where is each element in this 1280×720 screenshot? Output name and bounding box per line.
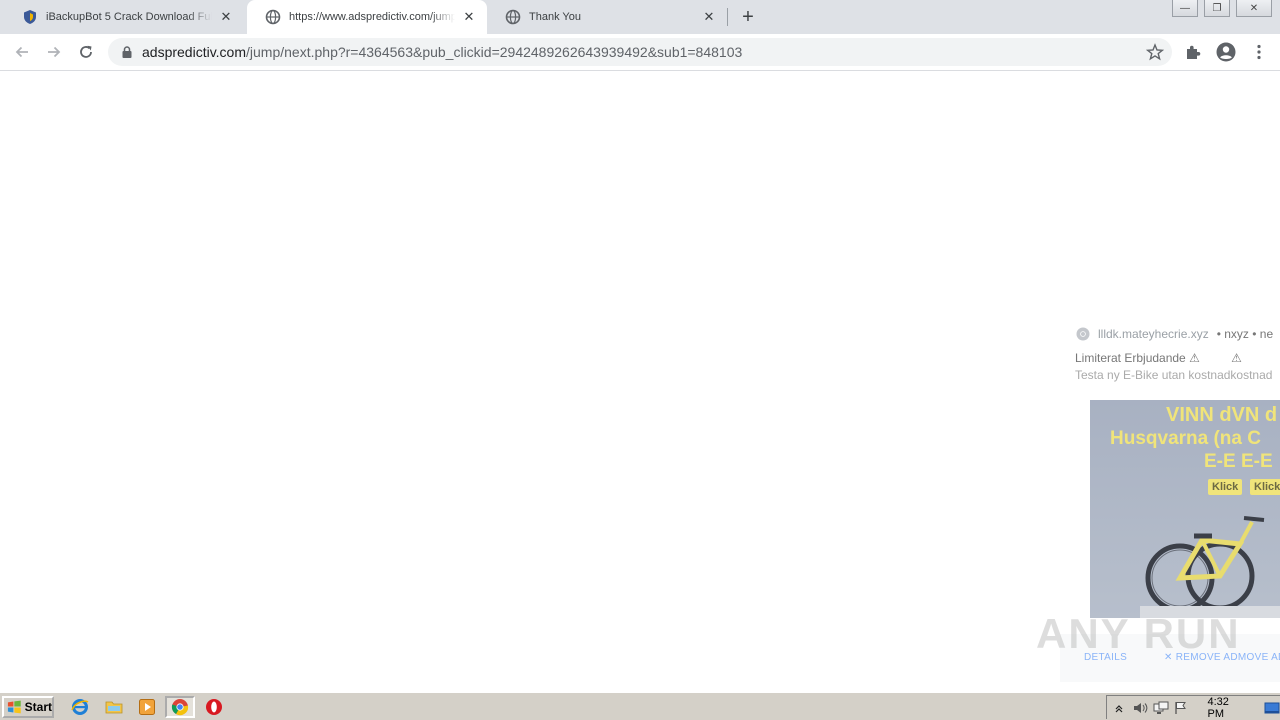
- action-center-flag-icon[interactable]: [1173, 699, 1190, 717]
- chevron-up-icon[interactable]: [1111, 699, 1128, 717]
- ad-subtitle-extra: kostnad: [1230, 368, 1273, 382]
- windows-taskbar: Start 4:32 PM: [0, 692, 1280, 720]
- windows-logo-icon: [7, 700, 21, 713]
- window-controls: — ❐ ✕: [1166, 0, 1272, 17]
- ad-image-headline: E-E E-E: [1204, 451, 1273, 472]
- internet-explorer-icon: [71, 699, 89, 715]
- taskbar-opera[interactable]: [202, 696, 226, 718]
- tab-close-button[interactable]: ✕: [218, 9, 234, 25]
- address-bar[interactable]: adspredictiv.com/jump/next.php?r=4364563…: [108, 38, 1172, 66]
- ad-image[interactable]: VINN dVN d Husqvarna (na C E-E E-E Klick…: [1090, 400, 1280, 618]
- ad-click-button[interactable]: Klick: [1208, 479, 1243, 495]
- system-tray: 4:32 PM: [1106, 695, 1280, 720]
- profile-button[interactable]: [1215, 41, 1237, 63]
- tab-strip: iBackupBot 5 Crack Download Full FREE ✕ …: [0, 0, 1280, 34]
- warning-icon: ⚠: [1231, 351, 1242, 365]
- ebike-illustration: [1140, 516, 1280, 618]
- ad-source: llldk.mateyhecrie.xyz • nxyz • ne: [1076, 327, 1273, 341]
- ad-subtitle-text: Testa ny E-Bike utan kostnad: [1075, 368, 1231, 382]
- puzzle-icon: [1187, 45, 1201, 59]
- url-path: /jump/next.php?r=4364563&pub_clickid=294…: [246, 44, 743, 60]
- tab-close-button[interactable]: ✕: [701, 9, 717, 25]
- taskbar-explorer[interactable]: [102, 696, 126, 718]
- taskbar-clock[interactable]: 4:32 PM: [1208, 696, 1246, 720]
- forward-button[interactable]: [42, 40, 66, 64]
- account-icon: [1216, 42, 1236, 62]
- opera-icon: [206, 699, 222, 715]
- globe-icon: [265, 9, 281, 25]
- ad-title: Limiterat Erbjudande ⚠ ⚠: [1075, 351, 1242, 365]
- tab-close-button[interactable]: ✕: [461, 9, 477, 25]
- media-player-icon: [139, 699, 155, 715]
- chrome-icon: [171, 699, 189, 716]
- extensions-button[interactable]: [1182, 41, 1204, 63]
- ad-image-headline: Husqvarna (na C: [1110, 428, 1261, 449]
- tab-ibackupbot[interactable]: iBackupBot 5 Crack Download Full FREE ✕: [4, 0, 244, 34]
- arrow-right-icon: [48, 46, 61, 58]
- volume-icon[interactable]: [1132, 699, 1149, 717]
- browser-toolbar: adspredictiv.com/jump/next.php?r=4364563…: [0, 34, 1280, 71]
- tab-title: iBackupBot 5 Crack Download Full FREE: [46, 11, 212, 23]
- more-vertical-icon: [1257, 44, 1261, 60]
- ad-source-extra: • nxyz • ne: [1216, 327, 1274, 341]
- tab-title: https://www.adspredictiv.com/jump/next.p…: [289, 11, 455, 23]
- show-desktop-icon[interactable]: [1263, 699, 1280, 717]
- reload-icon: [80, 45, 92, 58]
- ad-title-text: Limiterat Erbjudande ⚠: [1075, 351, 1200, 365]
- back-button[interactable]: [10, 40, 34, 64]
- start-label: Start: [24, 699, 52, 714]
- star-icon[interactable]: [1146, 43, 1164, 61]
- start-button[interactable]: Start: [2, 695, 54, 718]
- tab-separator: [727, 8, 728, 26]
- tab-title: Thank You: [529, 11, 581, 23]
- globe-icon: [505, 9, 521, 25]
- taskbar-ie[interactable]: [68, 696, 92, 718]
- ad-click-button[interactable]: Klick: [1250, 479, 1280, 495]
- taskbar-media-player[interactable]: [135, 696, 159, 718]
- tab-thank-you[interactable]: Thank You ✕: [487, 0, 727, 34]
- taskbar-chrome[interactable]: [165, 696, 195, 718]
- menu-button[interactable]: [1248, 41, 1270, 63]
- address-url: adspredictiv.com/jump/next.php?r=4364563…: [142, 44, 742, 60]
- tab-adspredictiv[interactable]: https://www.adspredictiv.com/jump/next.p…: [247, 0, 487, 34]
- folder-icon: [105, 701, 123, 714]
- chrome-icon: [1076, 327, 1090, 341]
- reload-button[interactable]: [74, 40, 98, 64]
- window-close-button[interactable]: ✕: [1236, 0, 1272, 17]
- network-icon[interactable]: [1152, 699, 1169, 717]
- new-tab-button[interactable]: +: [736, 5, 760, 29]
- minimize-button[interactable]: —: [1172, 0, 1198, 17]
- arrow-left-icon: [15, 46, 28, 58]
- lock-icon: [122, 46, 132, 58]
- shield-icon: [24, 10, 36, 24]
- anyrun-watermark: ANY RUN: [1036, 610, 1241, 657]
- ad-subtitle: Testa ny E-Bike utan kostnadkostnad: [1075, 368, 1272, 382]
- ad-image-headline: VINN dVN d: [1166, 404, 1278, 426]
- restore-button[interactable]: ❐: [1204, 0, 1230, 17]
- ad-source-domain: llldk.mateyhecrie.xyz: [1098, 327, 1209, 341]
- url-domain: adspredictiv.com: [142, 44, 247, 60]
